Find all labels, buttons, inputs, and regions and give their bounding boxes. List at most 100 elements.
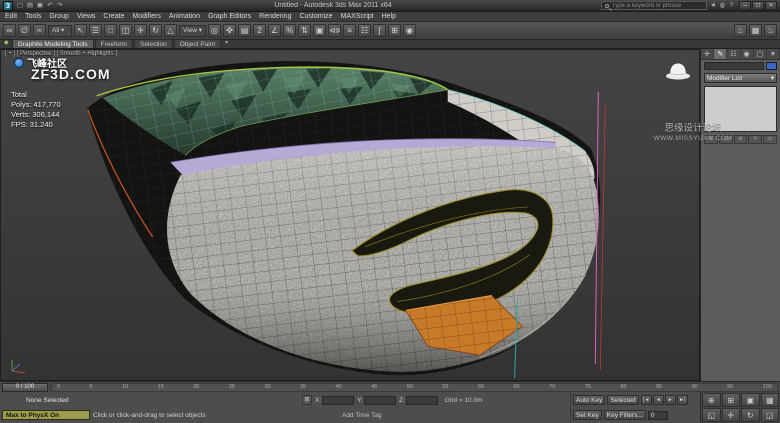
reference-coordinate-dropdown[interactable]: View ▾ bbox=[179, 25, 206, 37]
trackbar-tick: 30 bbox=[264, 384, 270, 390]
play-icon[interactable]: ► bbox=[665, 395, 676, 405]
y-coordinate-field[interactable] bbox=[364, 396, 396, 405]
edit-named-selections-icon[interactable]: ▣ bbox=[313, 24, 326, 37]
auto-key-button[interactable]: Auto Key bbox=[573, 395, 605, 405]
ribbon-tabs: Graphite Modeling ToolsFreeformSelection… bbox=[12, 39, 222, 48]
menu-rendering[interactable]: Rendering bbox=[259, 13, 291, 20]
key-filters-button[interactable]: Key Filters... bbox=[604, 410, 646, 420]
configure-modifier-sets-icon[interactable]: ☰ bbox=[763, 135, 777, 144]
pan-icon[interactable]: ✛ bbox=[722, 408, 741, 422]
select-and-link-icon[interactable]: ∞ bbox=[3, 24, 16, 37]
percent-snap-icon[interactable]: % bbox=[283, 24, 296, 37]
modify-tab-icon[interactable]: ✎ bbox=[714, 49, 727, 59]
zoom-all-icon[interactable]: ⊞ bbox=[722, 393, 741, 407]
select-and-manipulate-icon[interactable]: ✜ bbox=[223, 24, 236, 37]
watermark-site: ZF3D.COM bbox=[31, 66, 111, 82]
utilities-tab-icon[interactable]: ✶ bbox=[767, 49, 780, 59]
ribbon-tab-graphite-modeling-tools[interactable]: Graphite Modeling Tools bbox=[12, 39, 94, 48]
orbit-icon[interactable]: ↻ bbox=[741, 408, 760, 422]
ribbon-launcher-icon[interactable]: ◆ bbox=[2, 39, 11, 48]
angle-snap-icon[interactable]: ∠ bbox=[268, 24, 281, 37]
previous-frame-icon[interactable]: ◄ bbox=[653, 395, 664, 405]
render-production-icon[interactable]: ♨ bbox=[764, 24, 777, 37]
selection-set-dropdown[interactable]: Selected bbox=[607, 395, 638, 405]
maximize-button[interactable]: □ bbox=[752, 1, 764, 10]
ribbon-tab-object-paint[interactable]: Object Paint bbox=[174, 39, 221, 48]
open-file-icon[interactable]: ▤ bbox=[25, 1, 35, 11]
favorites-star-icon[interactable]: ★ bbox=[709, 1, 718, 10]
set-key-button[interactable]: Set Key bbox=[573, 410, 602, 420]
schematic-view-icon[interactable]: ⊞ bbox=[388, 24, 401, 37]
go-to-end-icon[interactable]: ►| bbox=[677, 395, 688, 405]
z-coordinate-field[interactable] bbox=[406, 396, 438, 405]
viewport-perspective[interactable]: [ + ] [ Perspective ] [ Smooth + Highlig… bbox=[0, 49, 700, 381]
align-icon[interactable]: ≡ bbox=[343, 24, 356, 37]
minimize-button[interactable]: – bbox=[739, 1, 751, 10]
selection-filter-dropdown[interactable]: All ▾ bbox=[48, 25, 72, 37]
current-frame-field[interactable]: 0 bbox=[648, 411, 668, 420]
select-and-rotate-icon[interactable]: ↻ bbox=[149, 24, 162, 37]
menu-animation[interactable]: Animation bbox=[169, 13, 200, 20]
create-tab-icon[interactable]: ✛ bbox=[701, 49, 714, 59]
maximize-viewport-icon[interactable]: ◲ bbox=[761, 408, 780, 422]
menu-tools[interactable]: Tools bbox=[25, 13, 41, 20]
zoom-extents-all-icon[interactable]: ▦ bbox=[761, 393, 780, 407]
zoom-extents-icon[interactable]: ▣ bbox=[741, 393, 760, 407]
menu-edit[interactable]: Edit bbox=[5, 13, 17, 20]
infocenter-search-input[interactable]: Type a keyword or phrase bbox=[601, 1, 707, 10]
ribbon-collapse-icon[interactable]: ▾ bbox=[222, 39, 231, 48]
select-and-move-icon[interactable]: ✛ bbox=[134, 24, 147, 37]
spinner-snap-icon[interactable]: ⇅ bbox=[298, 24, 311, 37]
select-object-icon[interactable]: ↖ bbox=[74, 24, 87, 37]
object-name-field[interactable] bbox=[704, 62, 764, 70]
selection-lock-toggle[interactable]: ⊠ bbox=[302, 395, 312, 405]
render-setup-icon[interactable]: ♨ bbox=[734, 24, 747, 37]
time-slider-handle[interactable]: 0 / 100 bbox=[2, 383, 48, 392]
undo-icon[interactable]: ↶ bbox=[45, 1, 55, 11]
menu-graph-editors[interactable]: Graph Editors bbox=[208, 13, 251, 20]
titlebar: 3 ▢▤▣↶↷ Untitled - Autodesk 3ds Max 2011… bbox=[0, 0, 780, 12]
menu-maxscript[interactable]: MAXScript bbox=[341, 13, 374, 20]
ribbon-tab-selection[interactable]: Selection bbox=[134, 39, 173, 48]
menu-views[interactable]: Views bbox=[77, 13, 96, 20]
application-menu-button[interactable]: 3 bbox=[3, 1, 13, 11]
menu-create[interactable]: Create bbox=[103, 13, 124, 20]
x-coordinate-field[interactable] bbox=[322, 396, 354, 405]
display-tab-icon[interactable]: ▢ bbox=[754, 49, 767, 59]
mirror-icon[interactable]: ⊲⊳ bbox=[328, 24, 341, 37]
close-button[interactable]: × bbox=[765, 1, 777, 10]
communication-center-icon[interactable]: ◍ bbox=[718, 1, 727, 10]
menu-customize[interactable]: Customize bbox=[299, 13, 332, 20]
selection-region-icon[interactable]: □ bbox=[104, 24, 117, 37]
zoom-icon[interactable]: ⊕ bbox=[702, 393, 721, 407]
maxscript-mini-listener[interactable]: Max to PhysX On bbox=[2, 410, 90, 420]
rendered-frame-window-icon[interactable]: ▦ bbox=[749, 24, 762, 37]
hierarchy-tab-icon[interactable]: ☷ bbox=[727, 49, 740, 59]
curve-editor-icon[interactable]: ∫ bbox=[373, 24, 386, 37]
redo-icon[interactable]: ↷ bbox=[55, 1, 65, 11]
menu-modifiers[interactable]: Modifiers bbox=[132, 13, 160, 20]
zoom-region-icon[interactable]: ◱ bbox=[702, 408, 721, 422]
new-scene-icon[interactable]: ▢ bbox=[15, 1, 25, 11]
unlink-selection-icon[interactable]: ∅ bbox=[18, 24, 31, 37]
material-editor-icon[interactable]: ◉ bbox=[403, 24, 416, 37]
keyboard-override-icon[interactable]: ▤ bbox=[238, 24, 251, 37]
bind-to-space-warp-icon[interactable]: ≈ bbox=[33, 24, 46, 37]
select-and-scale-icon[interactable]: △ bbox=[164, 24, 177, 37]
snaps-toggle-icon[interactable]: 2 bbox=[253, 24, 266, 37]
select-by-name-icon[interactable]: ☰ bbox=[89, 24, 102, 37]
layer-manager-icon[interactable]: ☷ bbox=[358, 24, 371, 37]
window-crossing-icon[interactable]: ◫ bbox=[119, 24, 132, 37]
menu-help[interactable]: Help bbox=[382, 13, 396, 20]
go-to-start-icon[interactable]: |◄ bbox=[641, 395, 652, 405]
ribbon-tab-freeform[interactable]: Freeform bbox=[95, 39, 133, 48]
add-time-tag[interactable]: Add Time Tag bbox=[342, 412, 382, 419]
track-bar[interactable]: 0510152025303540455055606570758085909510… bbox=[51, 383, 778, 392]
motion-tab-icon[interactable]: ◉ bbox=[741, 49, 754, 59]
save-file-icon[interactable]: ▣ bbox=[35, 1, 45, 11]
object-color-swatch[interactable] bbox=[766, 62, 777, 70]
help-icon[interactable]: ? bbox=[727, 1, 736, 10]
modifier-list-dropdown[interactable]: Modifier List ▾ bbox=[704, 73, 777, 83]
use-pivot-center-icon[interactable]: ◎ bbox=[208, 24, 221, 37]
menu-group[interactable]: Group bbox=[49, 13, 68, 20]
